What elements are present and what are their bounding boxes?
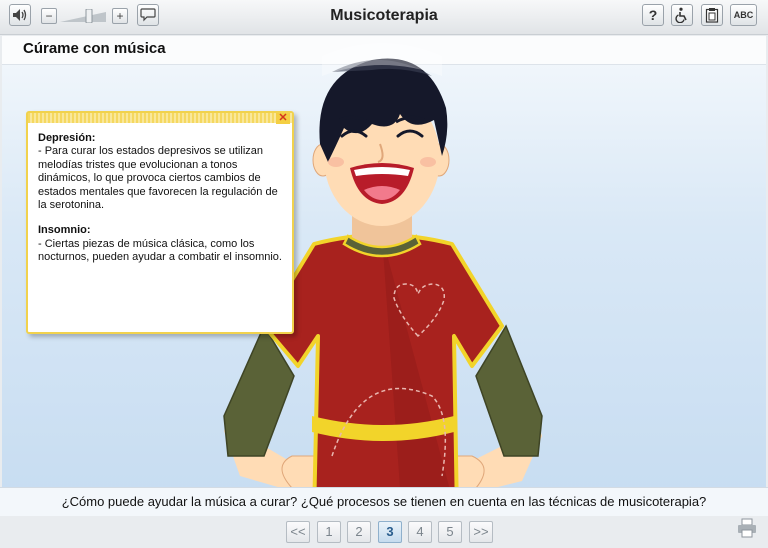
clipboard-button[interactable] [701, 4, 723, 26]
pager-page-2[interactable]: 2 [347, 521, 371, 543]
pager-prev-button[interactable]: << [286, 521, 310, 543]
note-heading: Insomnio: [38, 224, 91, 237]
pager-page-1[interactable]: 1 [317, 521, 341, 543]
clipboard-icon [705, 8, 719, 23]
note-paragraph-insomnia: Insomnio: - Ciertas piezas de música clá… [38, 224, 284, 264]
note-paragraph-depression: Depresión: - Para curar los estados depr… [38, 132, 284, 212]
wheelchair-icon [675, 7, 687, 23]
pager-next-button[interactable]: >> [469, 521, 493, 543]
note-text: - Para curar los estados depresivos se u… [38, 145, 278, 212]
note-body: Depresión: - Para curar los estados depr… [28, 123, 292, 265]
pager-page-4[interactable]: 4 [408, 521, 432, 543]
pager-page-3[interactable]: 3 [378, 521, 402, 543]
accessibility-button[interactable] [671, 4, 693, 26]
print-button[interactable] [737, 518, 757, 538]
info-note: ✕ Depresión: - Para curar los estados de… [26, 111, 294, 334]
glossary-button[interactable]: ABC [730, 4, 757, 26]
question-text: ¿Cómo puede ayudar la música a curar? ¿Q… [0, 487, 768, 516]
note-heading: Depresión: [38, 132, 96, 144]
note-text: - Ciertas piezas de música clásica, como… [38, 237, 282, 264]
printer-icon [738, 518, 756, 538]
top-toolbar: − + Musicoterapia ? ABC [0, 0, 768, 35]
content-stage: Cúrame con música ✕ Depresión: - Para cu… [2, 36, 766, 516]
help-button[interactable]: ? [642, 4, 664, 26]
pager-page-5[interactable]: 5 [438, 521, 462, 543]
note-header-bar [28, 113, 292, 123]
note-close-button[interactable]: ✕ [276, 113, 290, 124]
